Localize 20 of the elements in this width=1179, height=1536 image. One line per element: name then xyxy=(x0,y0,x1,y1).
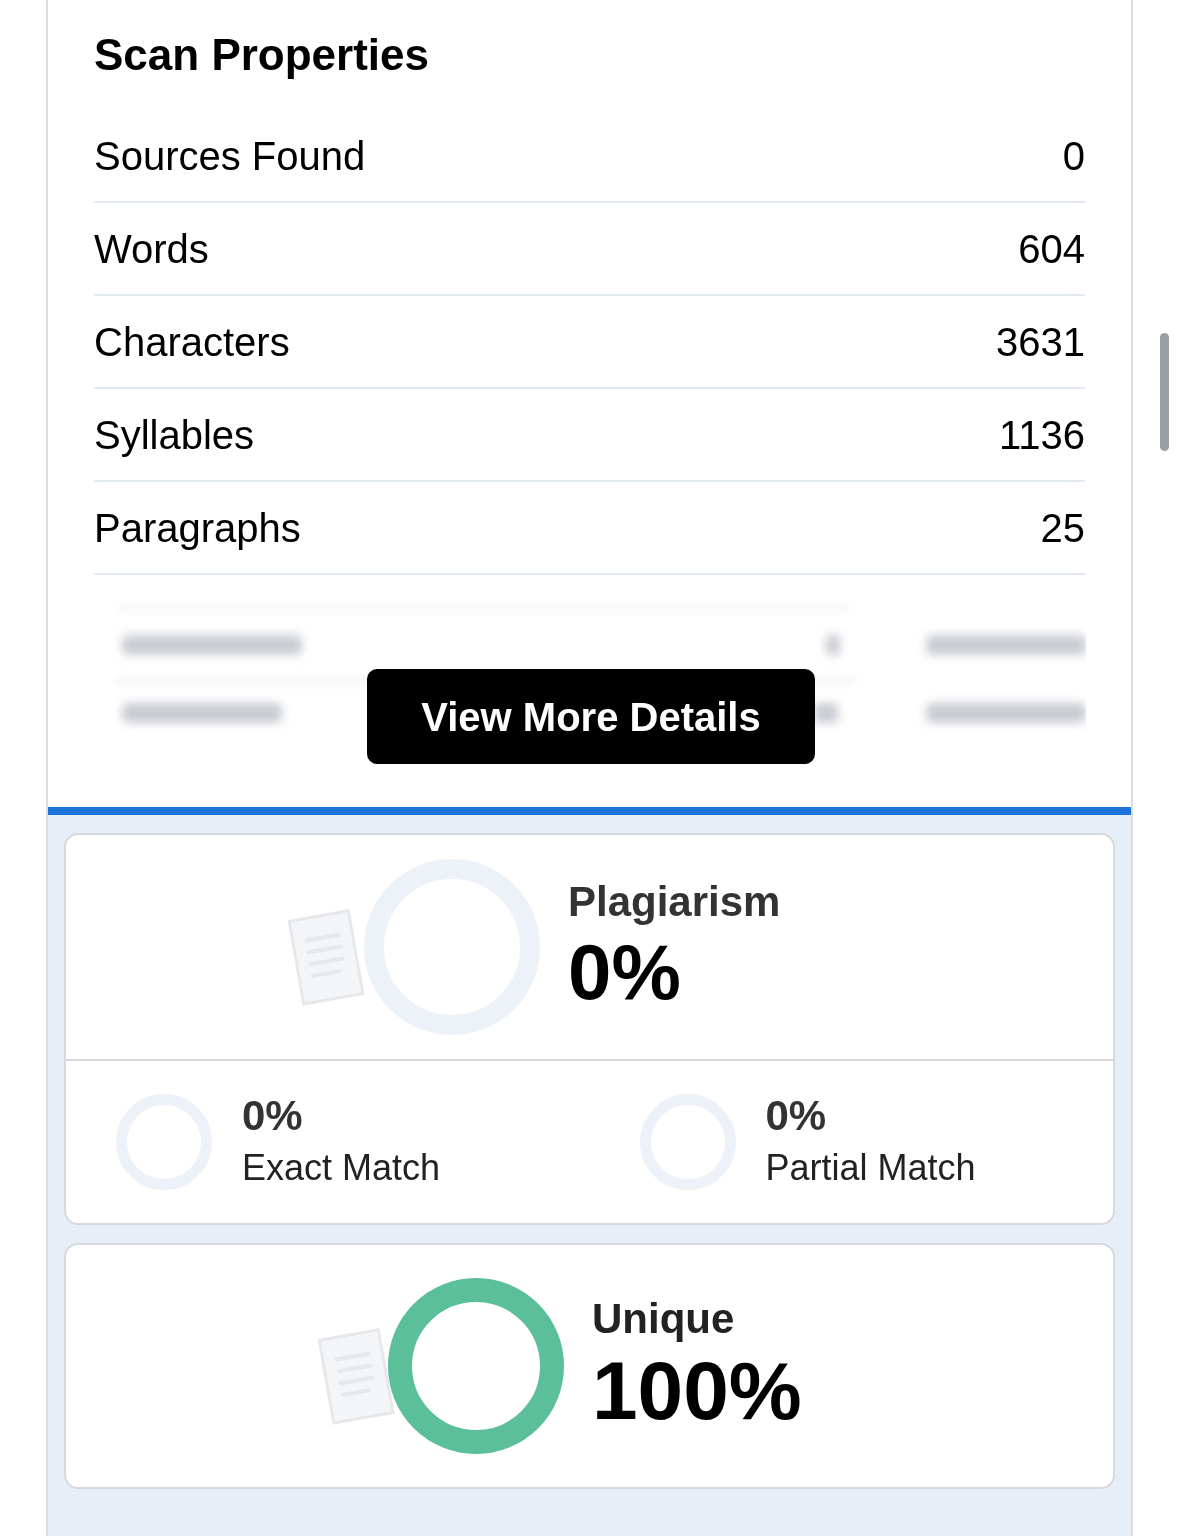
match-percentage: 0% xyxy=(765,1091,828,1141)
property-value: 25 xyxy=(1040,504,1085,552)
section-title: Scan Properties xyxy=(94,29,431,81)
property-value: 3631 xyxy=(996,318,1085,366)
match-label: Exact Match xyxy=(242,1146,441,1190)
view-more-details-button[interactable]: View More Details xyxy=(367,669,815,764)
property-value: 604 xyxy=(1018,225,1085,273)
unique-percentage: 100% xyxy=(592,1344,802,1438)
property-value: 0 xyxy=(1062,132,1085,180)
unique-label: Unique xyxy=(592,1294,736,1344)
plagiarism-percentage: 0% xyxy=(568,927,682,1017)
property-label: Paragraphs xyxy=(94,504,301,552)
match-percentage: 0% xyxy=(242,1091,304,1141)
property-value: 1136 xyxy=(999,411,1085,459)
property-label: Words xyxy=(94,225,209,273)
property-label: Sources Found xyxy=(94,132,366,180)
plagiarism-label: Plagiarism xyxy=(568,877,781,927)
property-label: Characters xyxy=(94,318,290,366)
property-label: Syllables xyxy=(94,411,255,459)
match-label: Partial Match xyxy=(765,1146,976,1190)
